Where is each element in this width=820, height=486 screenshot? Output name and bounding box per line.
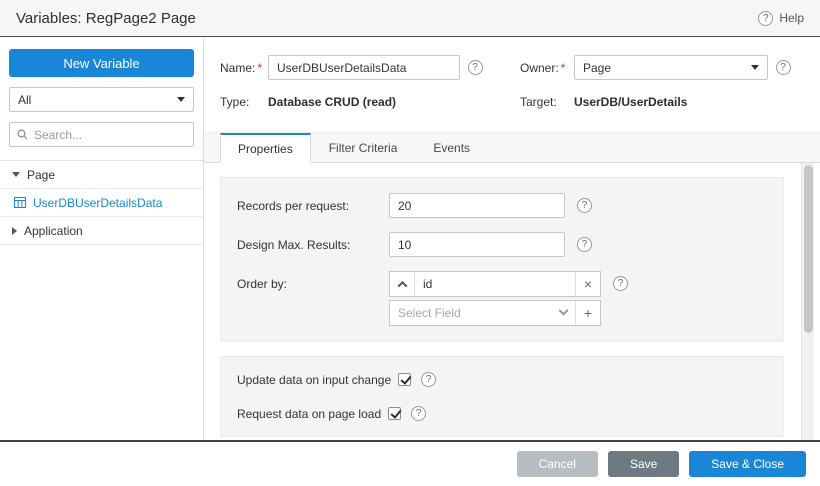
chevron-down-icon <box>559 305 569 315</box>
name-label: Name:* <box>220 61 268 75</box>
owner-select[interactable]: Page <box>574 55 768 80</box>
new-variable-button[interactable]: New Variable <box>9 49 194 77</box>
add-field-button[interactable]: + <box>575 301 600 325</box>
records-per-request-input[interactable] <box>389 193 565 218</box>
update-on-input-help-icon[interactable]: ? <box>421 372 436 387</box>
search-input[interactable] <box>34 128 186 142</box>
request-on-load-label: Request data on page load <box>237 407 381 421</box>
name-owner-row: Name:* ? Owner:* Page ? <box>220 55 820 80</box>
triangle-down-icon <box>12 172 20 177</box>
tab-events[interactable]: Events <box>415 133 488 162</box>
design-max-results-row: Design Max. Results: ? <box>237 232 769 257</box>
panel-request-settings: Records per request: ? Design Max. Resul… <box>220 177 784 342</box>
chevron-up-icon <box>397 280 407 290</box>
chevron-down-icon <box>177 97 185 102</box>
tree-group-application[interactable]: Application <box>0 217 203 245</box>
target-value: UserDB/UserDetails <box>574 95 768 109</box>
page-title: Variables: RegPage2 Page <box>16 10 196 27</box>
required-marker: * <box>561 61 566 75</box>
sidebar: New Variable All Page <box>0 37 204 440</box>
tree-group-application-label: Application <box>24 224 83 238</box>
cancel-button[interactable]: Cancel <box>517 451 598 477</box>
variables-tree: Page UserDBUserDetailsData Application <box>0 160 203 245</box>
save-close-button[interactable]: Save & Close <box>689 451 806 477</box>
type-label: Type: <box>220 95 268 109</box>
records-per-request-label: Records per request: <box>237 199 389 213</box>
remove-field-button[interactable]: × <box>575 272 600 296</box>
tree-group-page-label: Page <box>27 168 55 182</box>
variable-summary-form: Name:* ? Owner:* Page ? Type: <box>204 37 820 132</box>
save-button[interactable]: Save <box>608 451 679 477</box>
design-max-results-label: Design Max. Results: <box>237 238 389 252</box>
tree-group-page[interactable]: Page <box>0 161 203 189</box>
design-max-help-icon[interactable]: ? <box>577 237 592 252</box>
records-per-request-row: Records per request: ? <box>237 193 769 218</box>
order-by-field-row: × <box>389 271 601 297</box>
order-by-control: × Select Field + <box>389 271 601 326</box>
dialog-header: Variables: RegPage2 Page ? Help <box>0 0 820 37</box>
filter-selected-value: All <box>18 93 31 107</box>
target-label: Target: <box>520 95 574 109</box>
owner-selected-value: Page <box>583 61 611 75</box>
help-label: Help <box>779 11 804 25</box>
update-on-input-row: Update data on input change ? <box>237 372 769 387</box>
order-by-field-input[interactable] <box>415 272 575 296</box>
tab-bar: Properties Filter Criteria Events <box>204 132 820 163</box>
order-by-add-row: Select Field + <box>389 300 601 326</box>
tree-item-variable-label: UserDBUserDetailsData <box>33 196 162 210</box>
name-help-icon[interactable]: ? <box>468 60 483 75</box>
scrollbar[interactable] <box>801 163 814 440</box>
sidebar-controls: New Variable All <box>0 49 203 160</box>
request-on-load-help-icon[interactable]: ? <box>411 406 426 421</box>
order-by-label: Order by: <box>237 277 389 291</box>
order-by-row: Order by: × Select Fi <box>237 271 769 326</box>
properties-panel: Records per request: ? Design Max. Resul… <box>204 163 820 440</box>
owner-label: Owner:* <box>520 61 574 75</box>
select-field-dropdown[interactable]: Select Field <box>390 301 575 325</box>
owner-help-icon[interactable]: ? <box>776 60 791 75</box>
dialog-body: New Variable All Page <box>0 37 820 440</box>
design-max-results-input[interactable] <box>389 232 565 257</box>
sort-direction-button[interactable] <box>390 272 415 296</box>
tab-filter-criteria[interactable]: Filter Criteria <box>311 133 416 162</box>
dialog-footer: Cancel Save Save & Close <box>0 440 820 486</box>
variable-filter-select[interactable]: All <box>9 87 194 112</box>
help-button[interactable]: ? Help <box>758 11 804 26</box>
triangle-right-icon <box>12 227 17 235</box>
chevron-down-icon <box>751 65 759 70</box>
request-on-load-row: Request data on page load ? <box>237 406 769 421</box>
update-on-input-checkbox[interactable] <box>398 373 411 386</box>
help-icon: ? <box>758 11 773 26</box>
request-on-load-checkbox[interactable] <box>388 407 401 420</box>
variables-dialog: Variables: RegPage2 Page ? Help New Vari… <box>0 0 820 486</box>
search-icon <box>17 129 28 140</box>
panel-data-behavior: Update data on input change ? Request da… <box>220 356 784 437</box>
required-marker: * <box>257 61 262 75</box>
records-help-icon[interactable]: ? <box>577 198 592 213</box>
tab-properties[interactable]: Properties <box>220 133 311 163</box>
search-box <box>9 122 194 147</box>
name-input[interactable] <box>268 55 460 80</box>
variable-icon <box>14 197 26 208</box>
type-target-row: Type: Database CRUD (read) Target: UserD… <box>220 95 820 109</box>
scrollbar-thumb[interactable] <box>804 165 813 333</box>
select-field-placeholder: Select Field <box>398 306 461 320</box>
main-panel: Name:* ? Owner:* Page ? Type: <box>204 37 820 440</box>
update-on-input-label: Update data on input change <box>237 373 391 387</box>
order-by-help-icon[interactable]: ? <box>613 276 628 291</box>
tree-item-variable[interactable]: UserDBUserDetailsData <box>0 189 203 217</box>
type-value: Database CRUD (read) <box>268 95 520 109</box>
